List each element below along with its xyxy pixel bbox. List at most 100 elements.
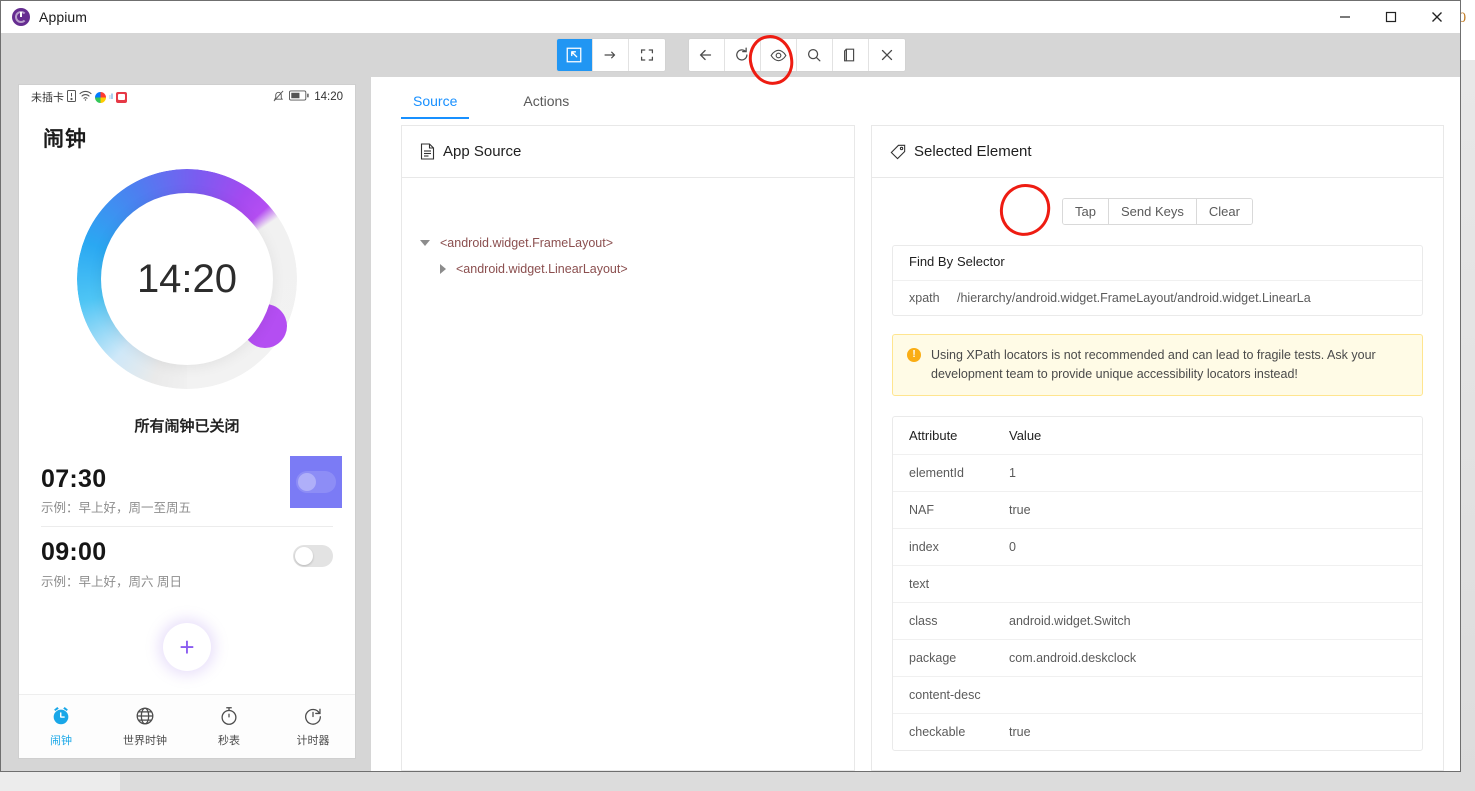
column-value: Value <box>1009 428 1042 444</box>
annotation-circle-tap-button <box>997 181 1053 239</box>
alarm-time: 09:00 <box>41 538 107 567</box>
column-attribute: Attribute <box>909 428 958 444</box>
device-bottom-nav: 闹钟 世界时钟 秒表 计时器 <box>19 694 355 758</box>
alarm-time: 07:30 <box>41 465 107 493</box>
stopwatch-icon <box>221 707 237 725</box>
xpath-warning-banner: ! Using XPath locators is not recommende… <box>892 333 1423 397</box>
window-controls <box>1322 1 1460 33</box>
nav-label: 世界时钟 <box>123 735 167 747</box>
selected-element-card: Selected Element Tap Send Keys Clear Fin… <box>871 125 1444 771</box>
status-bar-right: 14:20 <box>273 90 343 105</box>
source-tree: <android.widget.FrameLayout> <android.wi… <box>402 178 854 282</box>
tap-button[interactable]: Tap <box>1063 199 1109 224</box>
globe-icon <box>136 707 154 725</box>
nav-item-stopwatch[interactable]: 秒表 <box>187 705 271 748</box>
file-icon <box>420 143 435 160</box>
device-app-title: 闹钟 <box>43 128 87 151</box>
alarm-list-item[interactable]: 09:00 示例：早上好，周六 周日 <box>41 526 333 599</box>
nav-item-world-clock[interactable]: 世界时钟 <box>103 705 187 748</box>
attribute-value: 1 <box>1009 466 1016 481</box>
swipe-by-coordinates-icon[interactable] <box>592 39 629 71</box>
table-row: text <box>893 565 1422 602</box>
alarm-toggle-switch[interactable] <box>293 545 333 568</box>
app-color-icon <box>95 91 106 103</box>
warning-text: Using XPath locators is not recommended … <box>931 347 1376 381</box>
chevron-down-icon[interactable] <box>420 240 430 246</box>
eye-icon[interactable] <box>760 39 797 71</box>
alarm-description: 示例：早上好，周一至周五 <box>41 501 192 516</box>
device-status-bar: 未插卡 ıll 14:20 <box>19 85 355 109</box>
tag-icon <box>890 144 906 159</box>
attributes-table: Attribute Value elementId 1 NAF true ind… <box>892 416 1423 752</box>
maximize-icon[interactable] <box>1368 1 1414 33</box>
clear-button[interactable]: Clear <box>1196 199 1252 224</box>
nav-item-alarm[interactable]: 闹钟 <box>19 705 103 748</box>
clock-inner-face: 14:20 <box>101 193 273 365</box>
attribute-key: elementId <box>909 466 964 481</box>
search-icon[interactable] <box>796 39 833 71</box>
signal-small-icon: ıll <box>109 93 114 101</box>
action-button-group: Tap Send Keys Clear <box>1062 198 1253 225</box>
table-row: class android.widget.Switch <box>893 602 1422 639</box>
attribute-value: 0 <box>1009 540 1016 555</box>
sim-card-icon <box>67 89 76 105</box>
tree-node-label: <android.widget.FrameLayout> <box>440 236 614 250</box>
alarms-status-label: 所有闹钟已关闭 <box>134 418 240 435</box>
table-row: NAF true <box>893 491 1422 528</box>
alarm-text-block: 07:30 示例：早上好，周一至周五 <box>41 466 191 516</box>
alarm-list: 07:30 示例：早上好，周一至周五 09:00 示例：早上好，周六 周日 <box>19 456 355 600</box>
title-bar: Appium <box>1 1 1460 33</box>
nav-label: 秒表 <box>218 735 240 747</box>
select-element-icon[interactable] <box>556 39 593 71</box>
appium-inspector-window: Appium 未插卡 ıll 14:20 闹钟 14:20 所有闹钟已关闭 07… <box>0 0 1461 772</box>
alarm-clock-icon <box>53 707 69 725</box>
fab-area: + <box>19 600 355 695</box>
column-selector: Selector <box>957 254 1005 269</box>
nav-label: 闹钟 <box>50 735 72 747</box>
selector-row[interactable]: xpath /hierarchy/android.widget.FrameLay… <box>893 279 1422 315</box>
attribute-key: class <box>909 614 938 629</box>
tab-source[interactable]: Source <box>401 93 470 119</box>
tree-node[interactable]: <android.widget.LinearLayout> <box>420 256 854 282</box>
attribute-key: checkable <box>909 725 966 740</box>
inspector-panels: App Source <android.widget.FrameLayout> … <box>371 119 1460 771</box>
back-icon[interactable] <box>688 39 725 71</box>
copy-icon[interactable] <box>832 39 869 71</box>
window-title: Appium <box>39 9 88 25</box>
send-keys-button[interactable]: Send Keys <box>1109 199 1197 224</box>
device-screen[interactable]: 未插卡 ıll 14:20 闹钟 14:20 所有闹钟已关闭 07:30 示例：… <box>19 85 355 758</box>
clock-time-label: 14:20 <box>136 256 238 301</box>
tree-node-label: <android.widget.LinearLayout> <box>456 262 628 276</box>
wifi-icon <box>79 90 92 104</box>
inspector-pane: Source Actions App Source <android.widge… <box>371 77 1460 771</box>
switch-knob <box>295 547 313 566</box>
add-alarm-button[interactable]: + <box>163 622 211 671</box>
tap-by-coordinates-icon[interactable] <box>628 39 665 71</box>
alarm-toggle-switch[interactable] <box>296 471 336 493</box>
nav-label: 计时器 <box>296 735 330 747</box>
table-row: content-desc <box>893 676 1422 713</box>
clock-progress-ring: 14:20 <box>77 169 297 389</box>
quit-session-icon[interactable] <box>868 39 905 71</box>
status-bar-left: 未插卡 ıll <box>31 89 128 105</box>
selector-find-by: xpath <box>909 290 940 305</box>
minimize-icon[interactable] <box>1322 1 1368 33</box>
alarm-description: 示例：早上好，周六 周日 <box>41 574 182 589</box>
session-actions-group <box>687 38 906 72</box>
chevron-right-icon[interactable] <box>440 264 446 274</box>
selector-value: /hierarchy/android.widget.FrameLayout/an… <box>957 290 1311 305</box>
refresh-icon[interactable] <box>724 39 761 71</box>
tab-actions[interactable]: Actions <box>511 93 581 119</box>
tree-node[interactable]: <android.widget.FrameLayout> <box>420 230 854 256</box>
attribute-key: index <box>909 540 939 555</box>
app-source-body: <android.widget.FrameLayout> <android.wi… <box>402 178 854 770</box>
alarm-list-item[interactable]: 07:30 示例：早上好，周一至周五 <box>41 456 342 526</box>
alipay-icon <box>116 91 128 103</box>
attribute-key: content-desc <box>909 688 981 703</box>
clock-widget: 14:20 <box>19 153 355 389</box>
mute-icon <box>273 90 284 105</box>
attribute-value: true <box>1009 725 1031 740</box>
alarm-text-block: 09:00 示例：早上好，周六 周日 <box>41 539 182 589</box>
nav-item-timer[interactable]: 计时器 <box>271 705 355 748</box>
close-icon[interactable] <box>1414 1 1460 33</box>
